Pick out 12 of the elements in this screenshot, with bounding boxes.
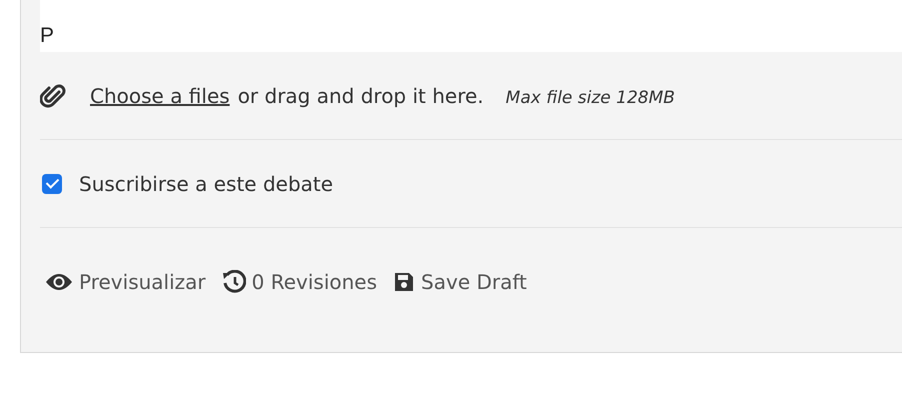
eye-icon bbox=[45, 272, 73, 292]
drop-hint: or drag and drop it here. bbox=[238, 84, 484, 108]
revisions-button[interactable]: 0 Revisiones bbox=[222, 270, 378, 294]
subscribe-label: Suscribirse a este debate bbox=[79, 172, 334, 196]
save-draft-button[interactable]: Save Draft bbox=[393, 270, 527, 294]
subscribe-checkbox[interactable] bbox=[42, 174, 62, 194]
history-icon bbox=[222, 270, 246, 294]
max-size-note: Max file size 128MB bbox=[506, 88, 675, 108]
preview-button[interactable]: Previsualizar bbox=[45, 270, 206, 294]
editor-field[interactable]: P bbox=[40, 0, 902, 52]
choose-files-link[interactable]: Choose a files bbox=[90, 84, 230, 108]
paperclip-icon bbox=[40, 82, 66, 108]
